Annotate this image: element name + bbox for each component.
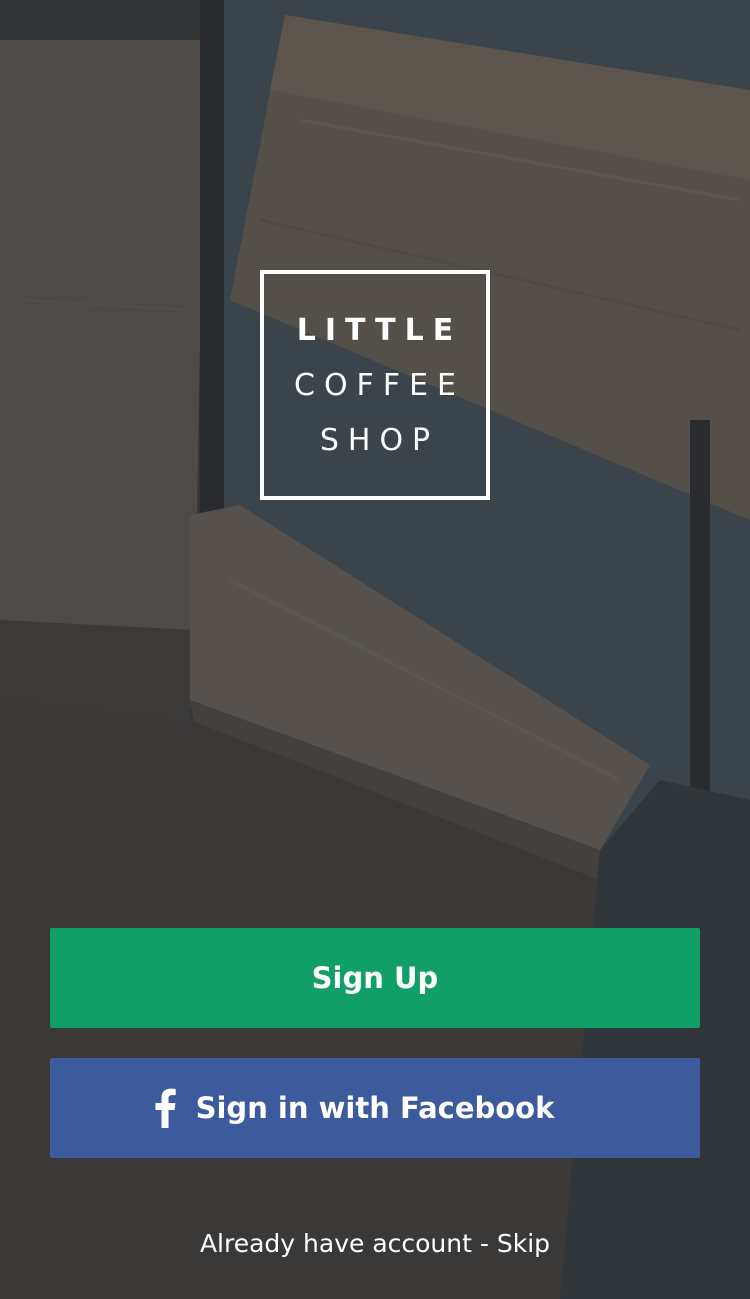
facebook-button-label: Sign in with Facebook (195, 1091, 555, 1125)
logo-line-little: LITTLE (296, 312, 463, 348)
logo-line-shop: SHOP (319, 422, 440, 458)
footer-separator: - (471, 1229, 497, 1258)
logo-line-coffee: COFFEE (294, 367, 465, 403)
footer-links: Already have account - Skip (0, 1224, 750, 1264)
welcome-screen: LITTLE COFFEE SHOP Sign Up Sign in with … (0, 0, 750, 1299)
facebook-sign-in-button[interactable]: Sign in with Facebook (50, 1058, 700, 1158)
sign-up-button-label: Sign Up (311, 961, 439, 995)
logo: LITTLE COFFEE SHOP (260, 270, 490, 500)
already-have-account-link[interactable]: Already have account (200, 1229, 472, 1258)
skip-link[interactable]: Skip (497, 1229, 550, 1258)
facebook-f-icon (150, 1080, 180, 1136)
sign-up-button[interactable]: Sign Up (50, 928, 700, 1028)
